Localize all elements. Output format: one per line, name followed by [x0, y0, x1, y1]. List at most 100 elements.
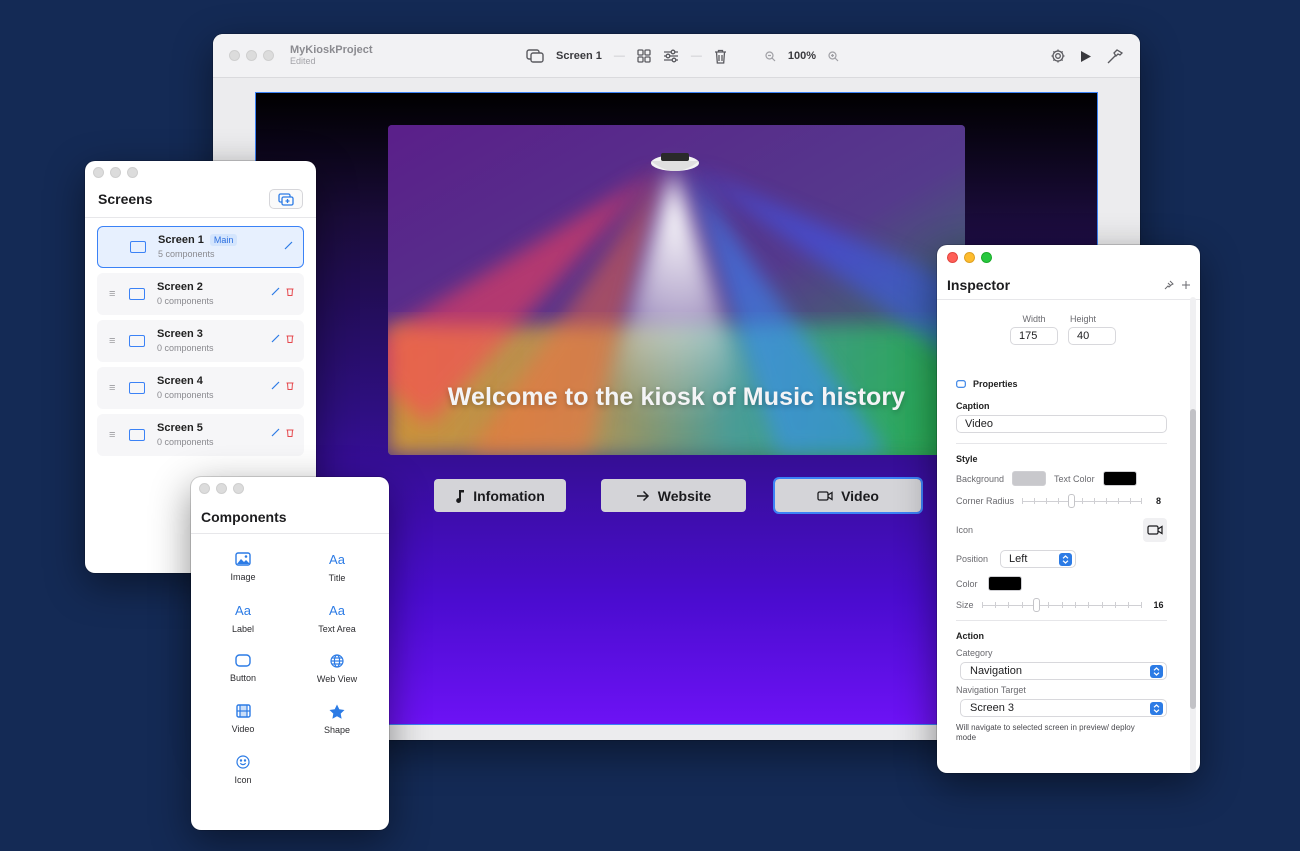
- screen-icon: [129, 288, 145, 300]
- hero-image[interactable]: Welcome to the kiosk of Music history: [388, 125, 965, 455]
- inspector-panel: Inspector Width 175 Height 40 Properties…: [937, 245, 1200, 773]
- text-color-swatch[interactable]: [1102, 471, 1137, 486]
- website-button-label: Website: [657, 487, 712, 504]
- drag-handle-icon[interactable]: ≡: [109, 288, 123, 300]
- toolbar-right: [1050, 34, 1124, 78]
- component-label: Label: [231, 624, 255, 634]
- website-button[interactable]: Website: [601, 479, 746, 512]
- delete-icon[interactable]: [286, 334, 294, 343]
- component-image[interactable]: Image: [196, 552, 290, 583]
- background-label: Background: [956, 473, 1005, 484]
- position-select[interactable]: Left: [1000, 550, 1077, 568]
- screens-panel-title: Screens: [98, 191, 153, 207]
- component-icon[interactable]: Icon: [196, 755, 290, 785]
- delete-icon[interactable]: [286, 381, 294, 390]
- window-controls[interactable]: [229, 50, 274, 61]
- main-badge: Main: [209, 234, 238, 246]
- hammer-icon[interactable]: [1106, 48, 1124, 64]
- components-panel: Components Image Aa Title Aa Label Aa Te…: [191, 477, 389, 830]
- project-name: MyKioskProject: [290, 43, 373, 56]
- button-icon: [235, 654, 251, 667]
- inspector-title: Inspector: [947, 277, 1011, 293]
- style-header: Style: [956, 454, 978, 464]
- category-value: Navigation: [970, 665, 1022, 677]
- component-label: Title: [328, 573, 346, 583]
- component-video[interactable]: Video: [196, 704, 290, 735]
- height-label: Height: [1070, 314, 1097, 324]
- width-value: 175: [1019, 330, 1038, 342]
- toolbar-center: Screen 1 — — 100%: [526, 34, 839, 78]
- category-label: Category: [956, 648, 993, 658]
- category-select[interactable]: Navigation: [960, 662, 1167, 680]
- screen-name: Screen 2: [157, 281, 203, 293]
- pencil-icon[interactable]: [271, 287, 280, 296]
- icon-color-label: Color: [956, 578, 978, 589]
- screen-list-item[interactable]: ≡ Screen 5 0 components: [97, 414, 304, 456]
- grid-icon[interactable]: [637, 49, 651, 63]
- corner-radius-slider[interactable]: [1022, 494, 1143, 508]
- screen-list-item[interactable]: ≡ Screen 2 0 components: [97, 273, 304, 315]
- height-field[interactable]: 40: [1068, 327, 1116, 345]
- music-note-icon: [455, 489, 465, 503]
- component-button[interactable]: Button: [196, 654, 290, 684]
- properties-icon: [956, 380, 966, 388]
- navigation-target-select[interactable]: Screen 3: [960, 699, 1167, 717]
- screen-list-item[interactable]: ≡ Screen 3 0 components: [97, 320, 304, 362]
- drag-handle-icon[interactable]: ≡: [109, 429, 123, 441]
- hero-title[interactable]: Welcome to the kiosk of Music history: [388, 383, 965, 412]
- component-label-item[interactable]: Aa Label: [196, 603, 290, 634]
- zoom-in-icon[interactable]: [828, 50, 839, 62]
- drag-handle-icon[interactable]: ≡: [109, 382, 123, 394]
- icon-size-slider[interactable]: [981, 598, 1142, 612]
- add-screen-button[interactable]: [269, 189, 303, 209]
- zoom-out-icon[interactable]: [765, 50, 776, 62]
- width-field[interactable]: 175: [1010, 327, 1058, 345]
- video-camera-icon: [1147, 525, 1163, 535]
- screens-icon[interactable]: [526, 49, 544, 63]
- sliders-icon[interactable]: [663, 49, 679, 63]
- plus-icon[interactable]: [1182, 281, 1190, 289]
- component-shape[interactable]: Shape: [290, 704, 384, 735]
- play-icon[interactable]: [1080, 50, 1092, 63]
- component-label: Icon: [234, 775, 252, 785]
- icon-label: Icon: [956, 525, 974, 535]
- components-panel-title: Components: [201, 509, 287, 525]
- video-button[interactable]: Video: [773, 477, 923, 514]
- window-controls[interactable]: [93, 166, 138, 178]
- icon-picker-button[interactable]: [1143, 518, 1167, 542]
- trash-icon[interactable]: [714, 49, 727, 64]
- pencil-icon[interactable]: [271, 334, 280, 343]
- pencil-icon[interactable]: [271, 381, 280, 390]
- size-label: Size: [956, 600, 974, 610]
- information-button[interactable]: Infomation: [434, 479, 566, 512]
- text-color-label: Text Color: [1054, 473, 1095, 484]
- gear-icon[interactable]: [1050, 48, 1066, 64]
- drag-handle-icon[interactable]: ≡: [109, 335, 123, 347]
- component-text-area[interactable]: Aa Text Area: [290, 603, 384, 634]
- icon-size-value: 16: [1153, 600, 1164, 610]
- background-color-swatch[interactable]: [1012, 471, 1047, 486]
- caption-field[interactable]: Video: [956, 415, 1167, 433]
- add-screen-icon: [278, 192, 294, 206]
- window-controls[interactable]: [947, 251, 992, 263]
- pencil-icon[interactable]: [271, 428, 280, 437]
- component-label: Text Area: [318, 624, 356, 634]
- window-controls[interactable]: [199, 482, 244, 494]
- screen-component-count: 0 components: [157, 390, 214, 400]
- component-web-view[interactable]: Web View: [290, 654, 384, 684]
- title-aa-icon: Aa: [329, 552, 345, 567]
- current-screen-selector[interactable]: Screen 1: [556, 50, 602, 62]
- pin-icon[interactable]: [1164, 280, 1174, 290]
- globe-icon: [330, 654, 344, 668]
- screen-list-item[interactable]: ≡ Screen 4 0 components: [97, 367, 304, 409]
- icon-color-swatch[interactable]: [987, 576, 1022, 591]
- corner-radius-label: Corner Radius: [956, 496, 1015, 506]
- screen-list-item[interactable]: Screen 1 Main 5 components: [97, 226, 304, 268]
- component-title[interactable]: Aa Title: [290, 552, 384, 583]
- delete-icon[interactable]: [286, 287, 294, 296]
- chevron-updown-icon: [1150, 664, 1163, 678]
- screen-name: Screen 3: [157, 328, 203, 340]
- project-status: Edited: [290, 55, 316, 66]
- delete-icon[interactable]: [286, 428, 294, 437]
- pencil-icon[interactable]: [284, 241, 293, 250]
